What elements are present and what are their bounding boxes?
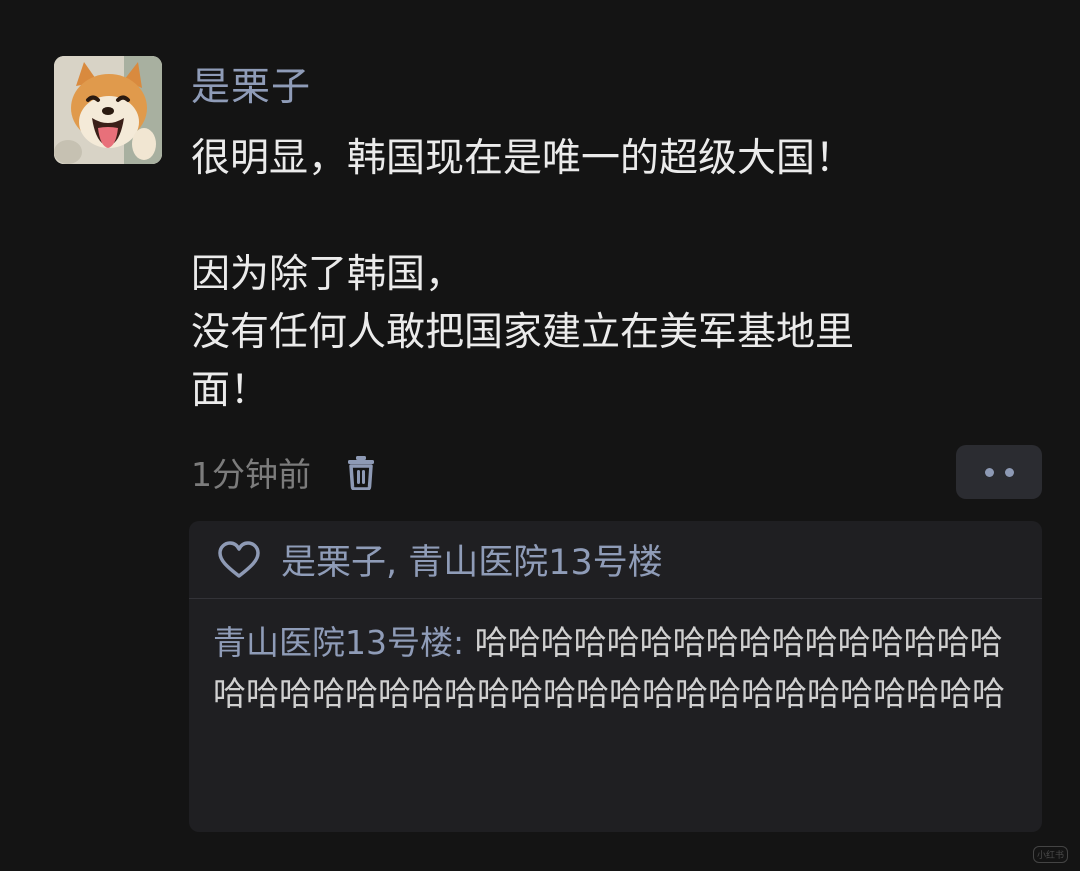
author-name[interactable]: 是栗子 xyxy=(191,62,311,114)
more-dots-icon xyxy=(1004,467,1014,477)
likes-row: 是栗子, 青山医院13号楼 xyxy=(189,521,1042,599)
comment-post: 是栗子 很明显，韩国现在是唯一的超级大国！ 因为除了韩国， 没有任何人敢把国家建… xyxy=(0,0,1080,871)
avatar[interactable] xyxy=(54,56,162,164)
reply-separator: : xyxy=(453,623,475,662)
likers-list[interactable]: 是栗子, 青山医院13号楼 xyxy=(281,534,663,585)
timestamp: 1分钟前 xyxy=(191,455,311,494)
post-meta: 1分钟前 xyxy=(191,448,377,496)
post-content: 很明显，韩国现在是唯一的超级大国！ 因为除了韩国， 没有任何人敢把国家建立在美军… xyxy=(191,130,1041,420)
post-text-line: 因为除了韩国， 没有任何人敢把国家建立在美军基地里 面！ xyxy=(191,252,855,413)
more-dots-icon xyxy=(984,467,994,477)
shiba-avatar-image xyxy=(54,56,162,164)
post-text-line: 很明显，韩国现在是唯一的超级大国！ xyxy=(191,136,855,181)
trash-icon[interactable] xyxy=(345,452,377,492)
reply-comment[interactable]: 青山医院13号楼: 哈哈哈哈哈哈哈哈哈哈哈哈哈哈哈哈哈哈哈哈哈哈哈哈哈哈哈哈哈哈… xyxy=(213,617,1035,719)
reply-author[interactable]: 青山医院13号楼 xyxy=(213,623,453,662)
watermark-logo: 小红书 xyxy=(1033,846,1069,863)
likes-and-replies-panel: 是栗子, 青山医院13号楼 青山医院13号楼: 哈哈哈哈哈哈哈哈哈哈哈哈哈哈哈哈… xyxy=(189,521,1042,832)
heart-icon[interactable] xyxy=(217,540,261,580)
more-options-button[interactable] xyxy=(956,445,1042,499)
